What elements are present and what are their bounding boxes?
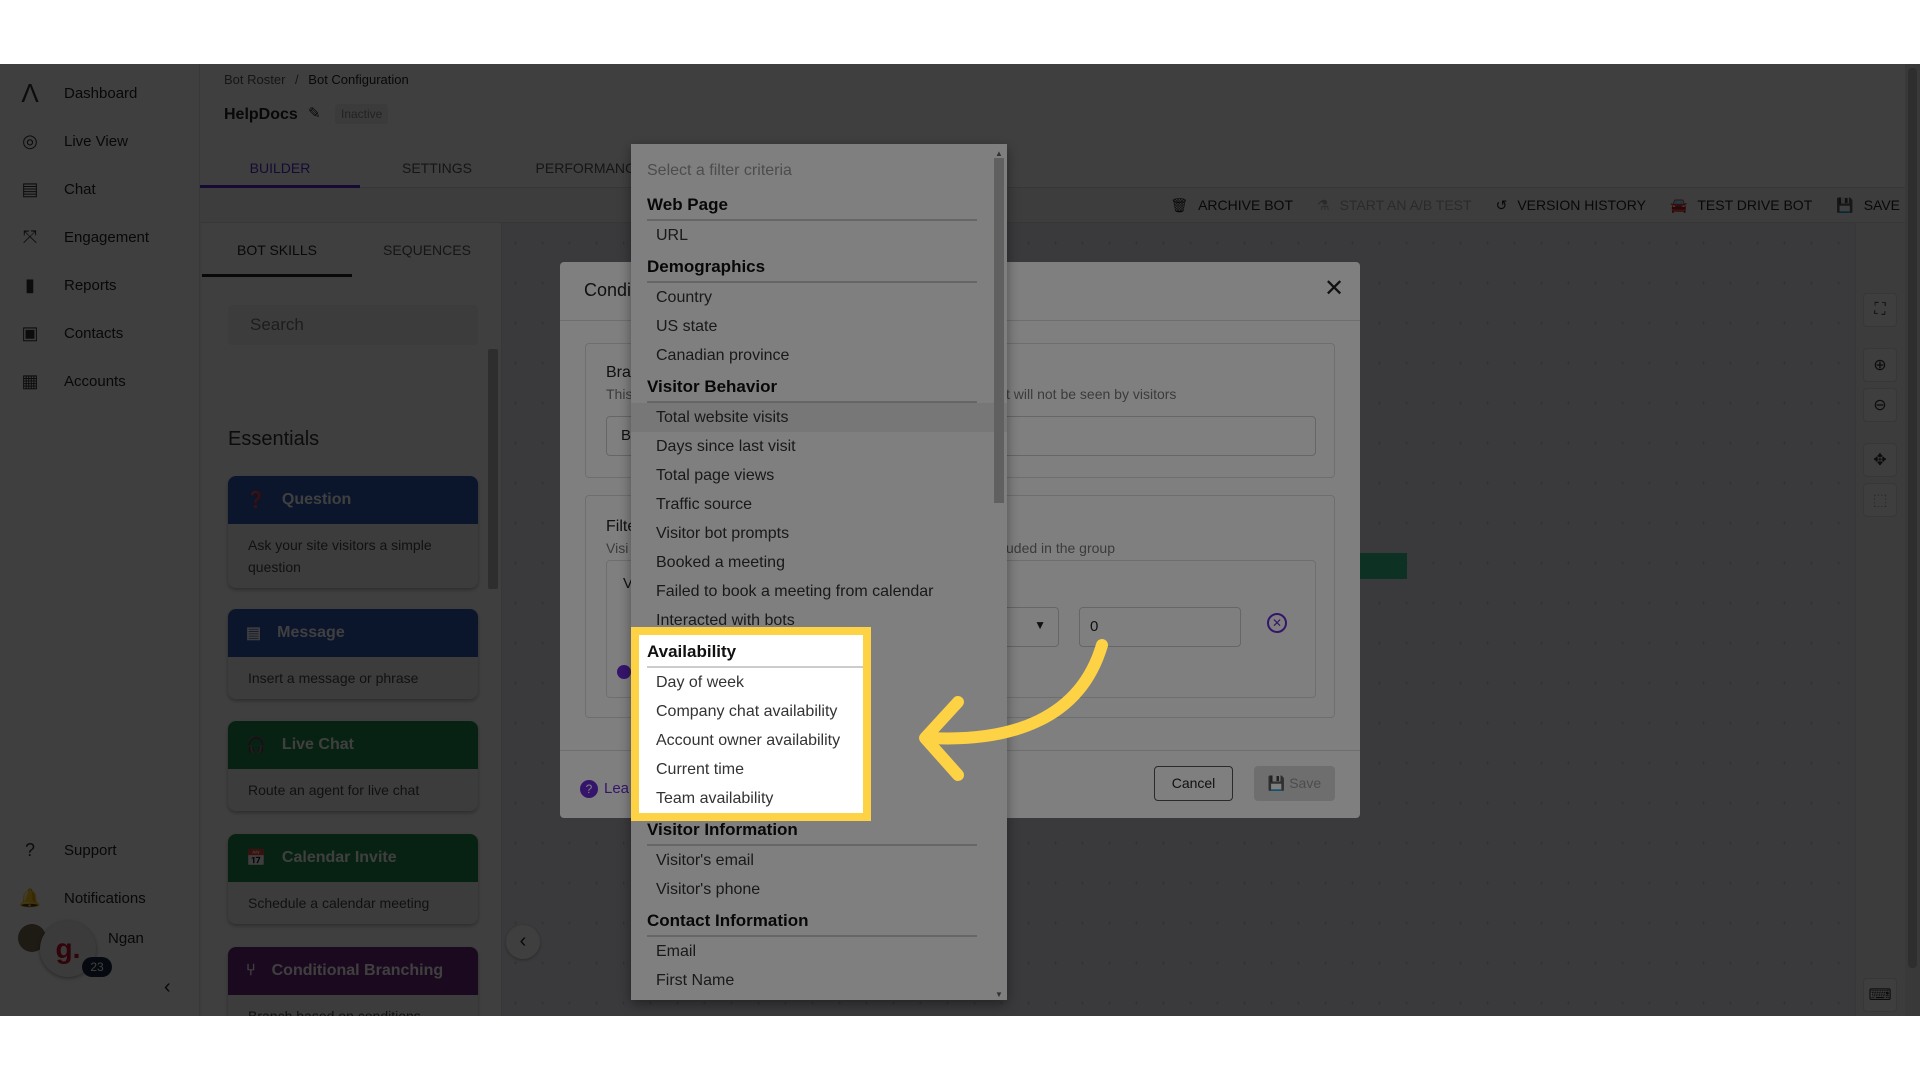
pointer-arrow-icon [919,639,1108,781]
